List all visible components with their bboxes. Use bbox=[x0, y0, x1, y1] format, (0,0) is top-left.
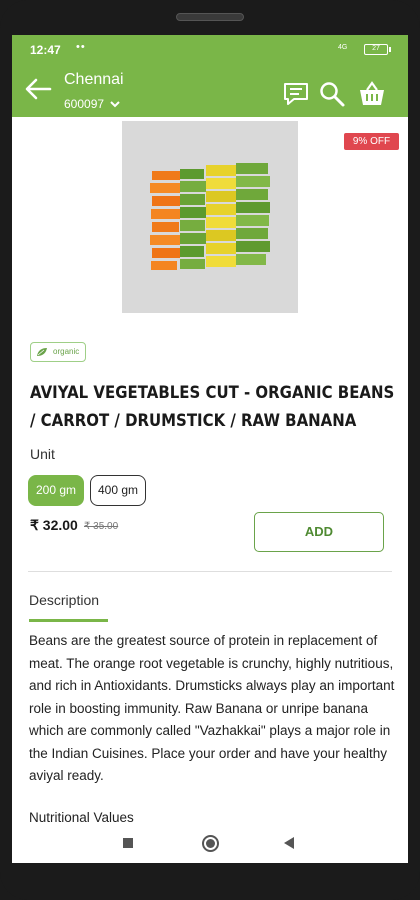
organic-tag: organic bbox=[30, 342, 87, 362]
basket-icon[interactable] bbox=[358, 80, 386, 108]
product-title: AVIYAL VEGETABLES CUT - ORGANIC BEANS / … bbox=[30, 383, 395, 431]
tab-active-indicator bbox=[29, 619, 108, 622]
home-button[interactable] bbox=[202, 835, 219, 852]
back-arrow-icon[interactable] bbox=[24, 77, 52, 101]
status-time: 12:47 bbox=[30, 43, 61, 57]
leaf-icon bbox=[37, 348, 47, 356]
banana-pieces bbox=[206, 165, 236, 267]
system-back-button[interactable] bbox=[284, 837, 294, 849]
chevron-down-icon bbox=[110, 101, 121, 108]
tab-description[interactable]: Description bbox=[29, 592, 99, 608]
unit-label: Unit bbox=[30, 446, 55, 462]
chat-icon[interactable] bbox=[282, 80, 310, 108]
organic-tag-label: organic bbox=[53, 347, 80, 356]
original-price: ₹ 35.00 bbox=[84, 521, 119, 532]
selling-price: ₹ 32.00 bbox=[30, 517, 78, 533]
signal-icon: 4G bbox=[338, 44, 348, 51]
nutritional-values-heading: Nutritional Values bbox=[29, 810, 134, 822]
beans-pieces bbox=[236, 163, 270, 265]
app-screen: 12:47 •• 4G 27 Chennai 600097 9% OFF org… bbox=[12, 35, 408, 863]
phone-frame: 12:47 •• 4G 27 Chennai 600097 9% OFF org… bbox=[0, 0, 420, 900]
search-icon[interactable] bbox=[318, 80, 346, 108]
location-pincode-selector[interactable]: 600097 bbox=[64, 97, 121, 111]
system-nav-bar bbox=[12, 825, 408, 863]
app-header: Chennai 600097 bbox=[12, 63, 408, 117]
battery-level: 27 bbox=[372, 45, 380, 52]
description-text: Beans are the greatest source of protein… bbox=[29, 633, 395, 783]
variant-option-200gm[interactable]: 200 gm bbox=[28, 475, 84, 506]
discount-badge: 9% OFF bbox=[344, 133, 399, 150]
pincode-text: 600097 bbox=[64, 97, 105, 111]
variant-option-400gm[interactable]: 400 gm bbox=[90, 475, 146, 506]
drumstick-pieces bbox=[180, 169, 206, 269]
recent-apps-button[interactable] bbox=[123, 838, 133, 848]
product-image bbox=[122, 121, 298, 313]
carrot-sticks bbox=[150, 171, 180, 270]
status-bar: 12:47 •• 4G 27 bbox=[12, 35, 408, 63]
location-city[interactable]: Chennai bbox=[64, 71, 124, 89]
section-divider bbox=[28, 571, 392, 572]
battery-icon: 27 bbox=[364, 44, 391, 55]
add-to-cart-button[interactable]: ADD bbox=[254, 512, 384, 552]
status-notification-dots: •• bbox=[76, 41, 86, 53]
speaker-grille bbox=[176, 13, 244, 21]
